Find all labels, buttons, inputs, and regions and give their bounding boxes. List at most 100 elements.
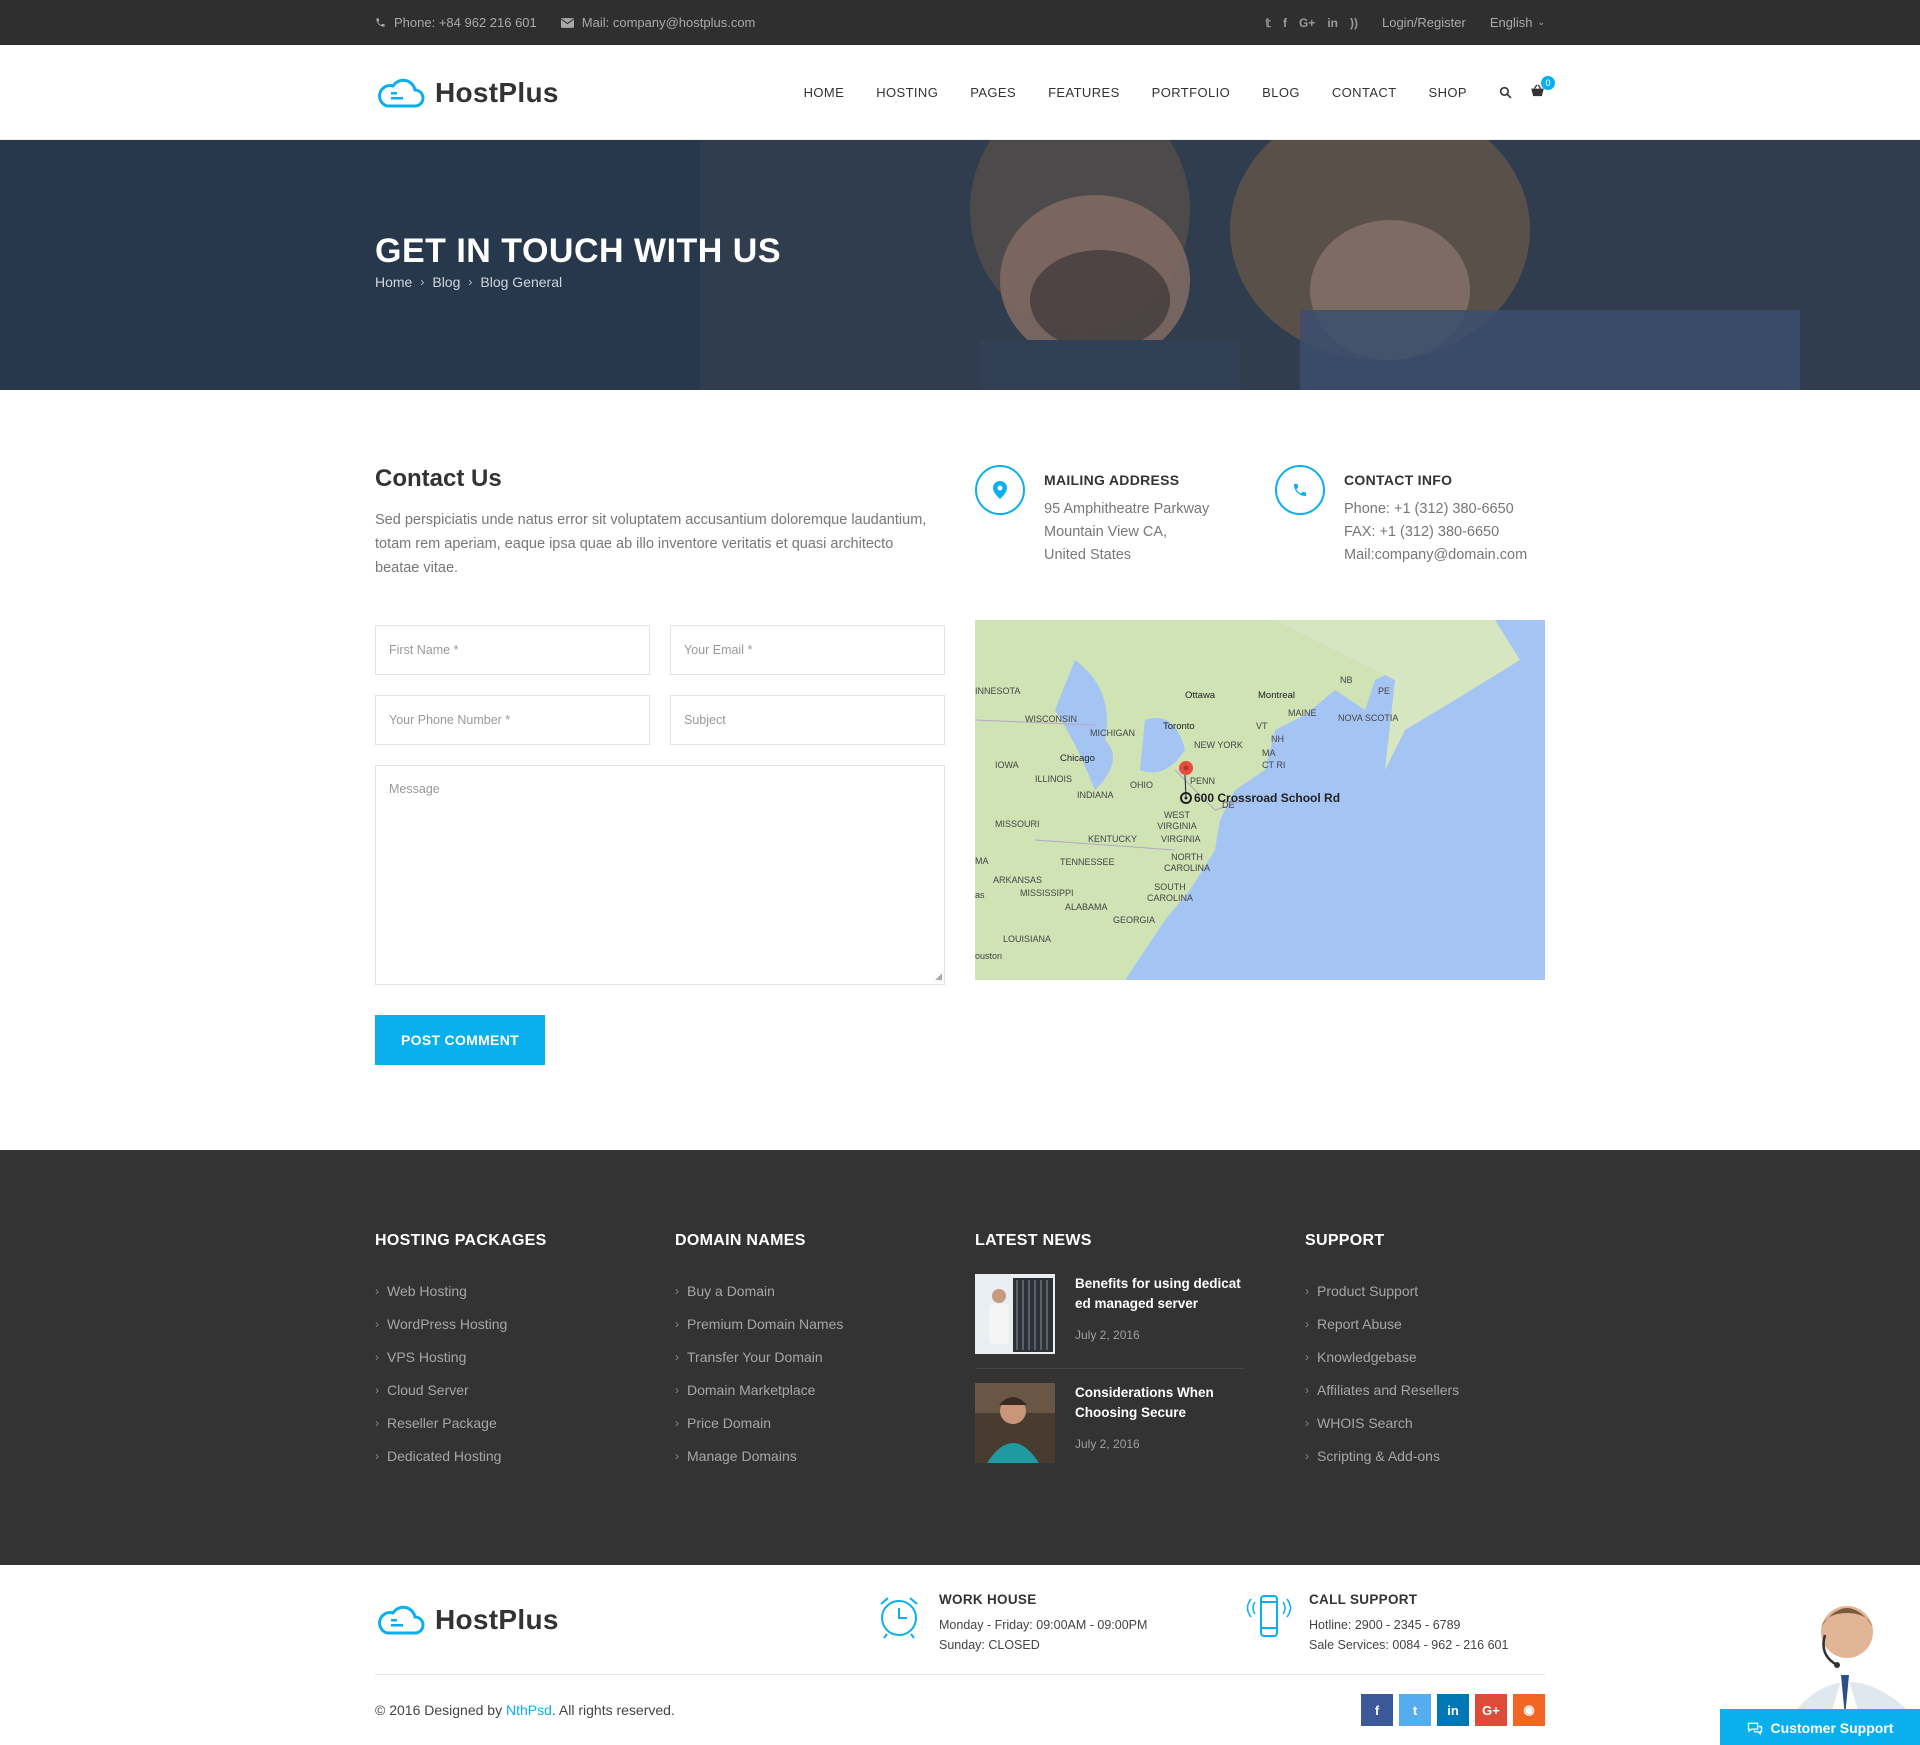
chevron-right-icon: › — [1305, 1448, 1309, 1463]
topbar-phone: Phone: +84 962 216 601 — [375, 15, 537, 30]
footer-link[interactable]: › Knowledgebase — [1305, 1340, 1545, 1373]
footer-link-label: Web Hosting — [387, 1282, 467, 1299]
news-thumbnail — [975, 1383, 1055, 1463]
nav-portfolio[interactable]: PORTFOLIO — [1152, 85, 1230, 100]
site-header: HostPlus HOME HOSTING PAGES FEATURES POR… — [0, 45, 1920, 140]
chevron-right-icon: › — [675, 1349, 679, 1364]
support-agent-avatar — [1790, 1606, 1915, 1717]
map-label: NEW YORK — [1194, 740, 1243, 750]
rss-icon[interactable]: ◉ — [1513, 1694, 1545, 1726]
google-plus-icon[interactable]: G+ — [1299, 16, 1315, 30]
footer-link[interactable]: › Scripting & Add-ons — [1305, 1439, 1545, 1472]
map-label: ILLINOIS — [1035, 774, 1073, 784]
footer-link[interactable]: › Reseller Package — [375, 1406, 675, 1439]
phone-input[interactable]: Your Phone Number * — [375, 695, 650, 745]
footer-link[interactable]: › WHOIS Search — [1305, 1406, 1545, 1439]
twitter-icon[interactable]: 𝕥 — [1265, 16, 1271, 30]
chevron-right-icon: › — [375, 1415, 379, 1430]
nav-shop[interactable]: SHOP — [1429, 85, 1467, 100]
footer-logo[interactable]: HostPlus — [375, 1604, 559, 1636]
nav-hosting[interactable]: HOSTING — [876, 85, 938, 100]
site-logo[interactable]: HostPlus — [375, 77, 559, 109]
map-label: WEST VIRGINIA — [1157, 810, 1197, 831]
linkedin-icon[interactable]: in — [1437, 1694, 1469, 1726]
page-title: GET IN TOUCH WITH US — [375, 232, 782, 270]
login-register-link[interactable]: Login/Register — [1382, 15, 1466, 30]
footer-link[interactable]: › Transfer Your Domain — [675, 1340, 975, 1373]
message-placeholder: Message — [389, 782, 440, 796]
contact-mail[interactable]: Mail:company@domain.com — [1344, 544, 1527, 567]
news-title[interactable]: Considerations When Choosing Secure — [1075, 1383, 1245, 1423]
subject-input[interactable]: Subject — [670, 695, 945, 745]
facebook-icon[interactable]: f — [1361, 1694, 1393, 1726]
chevron-right-icon: › — [675, 1316, 679, 1331]
footer-link[interactable]: › Product Support — [1305, 1274, 1545, 1307]
footer-link[interactable]: › Cloud Server — [375, 1373, 675, 1406]
footer-link[interactable]: › Price Domain — [675, 1406, 975, 1439]
footer-link[interactable]: › VPS Hosting — [375, 1340, 675, 1373]
phone-circle — [1275, 465, 1325, 515]
footer-link[interactable]: › Affiliates and Resellers — [1305, 1373, 1545, 1406]
resize-handle-icon[interactable]: ◢ — [935, 971, 942, 982]
customer-support-widget[interactable]: Customer Support — [1720, 1587, 1920, 1745]
nav-features[interactable]: FEATURES — [1048, 85, 1120, 100]
footer-link[interactable]: › Dedicated Hosting — [375, 1439, 675, 1472]
twitter-icon[interactable]: t — [1399, 1694, 1431, 1726]
map-label: Ottawa — [1185, 690, 1216, 701]
footer-link[interactable]: › Report Abuse — [1305, 1307, 1545, 1340]
work-line-2: Sunday: CLOSED — [939, 1638, 1040, 1652]
message-textarea[interactable]: Message ◢ — [375, 765, 945, 985]
google-plus-icon[interactable]: G+ — [1475, 1694, 1507, 1726]
footer-support-title: SUPPORT — [1305, 1232, 1385, 1249]
map-pin-circle — [975, 465, 1025, 515]
call-title: CALL SUPPORT — [1309, 1592, 1418, 1607]
news-item[interactable]: Considerations When Choosing Secure July… — [975, 1383, 1245, 1477]
contact-section: Contact Us Sed perspiciatis unde natus e… — [0, 390, 1920, 1150]
footer-link[interactable]: › Premium Domain Names — [675, 1307, 975, 1340]
rss-icon[interactable]: )) — [1350, 16, 1358, 30]
language-selector[interactable]: English ⌄ — [1490, 15, 1545, 30]
map-label: INDIANA — [1077, 790, 1114, 800]
breadcrumb-home[interactable]: Home — [375, 274, 412, 290]
news-title[interactable]: Benefits for using dedicat ed managed se… — [1075, 1274, 1245, 1314]
contact-info-title: CONTACT INFO — [1344, 472, 1453, 488]
footer-link[interactable]: › Manage Domains — [675, 1439, 975, 1472]
footer-link[interactable]: › Buy a Domain — [675, 1274, 975, 1307]
first-name-input[interactable]: First Name * — [375, 625, 650, 675]
map-label: MISSISSIPPI — [1020, 888, 1074, 898]
footer-link[interactable]: › WordPress Hosting — [375, 1307, 675, 1340]
location-map[interactable]: INNESOTA WISCONSIN MICHIGAN Ottawa Montr… — [975, 620, 1545, 980]
email-input[interactable]: Your Email * — [670, 625, 945, 675]
cart-button[interactable]: 0 — [1530, 75, 1555, 102]
post-comment-button[interactable]: POST COMMENT — [375, 1015, 545, 1065]
map-label: SOUTH CAROLINA — [1146, 882, 1193, 903]
footer-link-label: Product Support — [1317, 1282, 1419, 1299]
breadcrumb-blog[interactable]: Blog — [432, 274, 460, 290]
map-label: WISCONSIN — [1025, 714, 1078, 724]
map-label: MAINE — [1288, 708, 1317, 718]
nav-pages[interactable]: PAGES — [970, 85, 1016, 100]
nav-contact[interactable]: CONTACT — [1332, 85, 1397, 100]
site-footer: HOSTING PACKAGES › Web Hosting › WordPress… — [0, 1150, 1920, 1565]
chevron-right-icon: › — [1305, 1382, 1309, 1397]
search-icon[interactable] — [1499, 86, 1512, 99]
linkedin-icon[interactable]: in — [1327, 16, 1338, 30]
map-label: INNESOTA — [975, 686, 1021, 696]
chevron-right-icon: › — [1305, 1415, 1309, 1430]
footer-link-label: Affiliates and Resellers — [1317, 1381, 1460, 1398]
designer-link[interactable]: NthPsd — [506, 1702, 552, 1718]
news-item[interactable]: Benefits for using dedicat ed managed se… — [975, 1274, 1245, 1369]
footer-domains-column: DOMAIN NAMES › Buy a Domain › Premium Doma… — [675, 1232, 975, 1491]
customer-support-button[interactable]: Customer Support — [1720, 1709, 1920, 1745]
chevron-right-icon: › — [675, 1382, 679, 1397]
footer-domains-title: DOMAIN NAMES — [675, 1232, 806, 1249]
chevron-right-icon: › — [375, 1349, 379, 1364]
footer-support-column: SUPPORT › Product Support › Report Abuse ›… — [1305, 1232, 1545, 1491]
map-label: IOWA — [995, 760, 1019, 770]
nav-home[interactable]: HOME — [804, 85, 845, 100]
footer-link[interactable]: › Web Hosting — [375, 1274, 675, 1307]
map-label: MICHIGAN — [1090, 728, 1135, 738]
footer-link[interactable]: › Domain Marketplace — [675, 1373, 975, 1406]
facebook-icon[interactable]: f — [1283, 16, 1287, 30]
nav-blog[interactable]: BLOG — [1262, 85, 1300, 100]
